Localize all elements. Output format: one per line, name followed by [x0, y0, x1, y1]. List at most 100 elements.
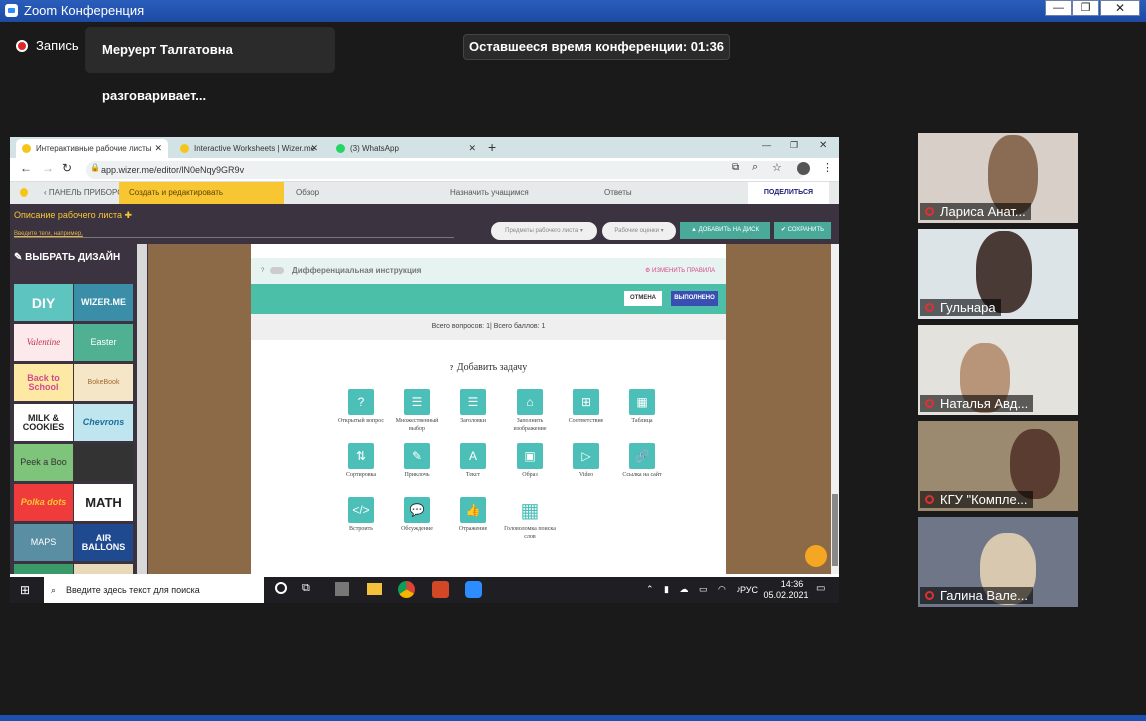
design-partial-2[interactable] — [74, 564, 133, 574]
taskbar-search-input[interactable]: ⌕ Введите здесь текст для поиска — [44, 577, 264, 603]
description-title[interactable]: Описание рабочего листа ✚ — [14, 210, 132, 221]
tags-input[interactable]: Введите теги, например, — [14, 231, 454, 238]
restore-icon[interactable]: ❐ — [790, 140, 798, 151]
grades-dropdown[interactable]: Рабочие оценки ▾ — [602, 222, 676, 240]
headings-task-label[interactable]: Заголовки — [443, 418, 503, 426]
close-tab-icon[interactable]: ✕ — [468, 143, 476, 154]
translate-icon[interactable]: ⧉ — [732, 162, 739, 173]
recording-indicator[interactable]: Запись — [16, 38, 79, 53]
close-window-icon[interactable]: ✕ — [819, 140, 827, 151]
tray-icons[interactable]: ⌃ ▮ ☁ ▭ ◠ ♪ — [646, 584, 745, 595]
cortana-icon[interactable] — [275, 582, 287, 594]
design-easter[interactable]: Easter — [74, 324, 133, 361]
clock-time[interactable]: 14:36 — [772, 579, 812, 589]
fill-image-task-icon[interactable]: ⌂ — [517, 389, 543, 415]
image-task-icon[interactable]: ▣ — [517, 443, 543, 469]
close-tab-icon[interactable]: ✕ — [310, 143, 318, 154]
design-wizer[interactable]: WIZER.ME — [74, 284, 133, 321]
website-link-task-label[interactable]: Ссылка на сайт — [612, 472, 672, 480]
headings-task-icon[interactable]: ☰ — [460, 389, 486, 415]
sidebar-scrollbar[interactable] — [137, 244, 147, 574]
multiple-choice-task-label[interactable]: Множественный выбор — [387, 418, 447, 433]
open-question-task-label[interactable]: Открытый вопрос — [331, 418, 391, 426]
participant-tile[interactable]: Галина Вале... — [918, 517, 1078, 607]
language-indicator[interactable]: РУС — [740, 585, 758, 595]
chat-bubble-button[interactable] — [805, 545, 827, 567]
help-icon[interactable]: ? — [261, 258, 264, 284]
sorting-task-label[interactable]: Сортировка — [331, 472, 391, 480]
diff-toggle[interactable] — [270, 267, 284, 274]
table-task-icon[interactable]: ▦ — [629, 389, 655, 415]
multiple-choice-task-icon[interactable]: ☰ — [404, 389, 430, 415]
page-scrollbar[interactable] — [831, 244, 839, 574]
text-task-icon[interactable]: A — [460, 443, 486, 469]
design-milk-cookies[interactable]: MILK & COOKIES — [14, 404, 73, 441]
draw-task-label[interactable]: Приклочь — [387, 472, 447, 480]
new-tab-button[interactable]: + — [488, 139, 496, 155]
design-polka-dots[interactable]: Polka dots — [14, 484, 73, 521]
back-icon[interactable]: ← — [20, 161, 32, 175]
fill-image-task-label[interactable]: Заполнить изображение — [500, 418, 560, 433]
table-task-label[interactable]: Таблица — [612, 418, 672, 426]
reflection-task-icon[interactable]: 👍 — [460, 497, 486, 523]
discussion-task-icon[interactable]: 💬 — [404, 497, 430, 523]
edit-rules-link[interactable]: ⚙ ИЗМЕНИТЬ ПРАВИЛА — [645, 258, 715, 284]
design-bokebook[interactable]: BokeBook — [74, 364, 133, 401]
done-button[interactable]: ВЫПОЛНЕНО — [671, 291, 718, 306]
step-review[interactable]: Обзор — [296, 182, 319, 204]
word-search-task-label[interactable]: Головоломка поиска слов — [500, 526, 560, 541]
forward-icon[interactable]: → — [42, 161, 54, 175]
website-link-task-icon[interactable]: 🔗 — [629, 443, 655, 469]
avatar[interactable] — [797, 162, 810, 175]
participant-tile[interactable]: Лариса Анат... — [918, 133, 1078, 223]
notifications-icon[interactable]: ▭ — [816, 583, 825, 594]
design-math[interactable]: MATH — [74, 484, 133, 521]
chrome-icon[interactable] — [398, 581, 415, 598]
design-dark-label[interactable] — [74, 444, 133, 481]
subjects-dropdown[interactable]: Предметы рабочего листа ▾ — [491, 222, 597, 240]
clock-date[interactable]: 05.02.2021 — [760, 590, 812, 600]
tab-whatsapp[interactable]: (3) WhatsApp ✕ — [330, 139, 482, 158]
participant-tile[interactable]: Наталья Авд... — [918, 325, 1078, 415]
matching-task-icon[interactable]: ⊞ — [573, 389, 599, 415]
discussion-task-label[interactable]: Обсуждение — [387, 526, 447, 534]
task-view-icon[interactable]: ⧉ — [302, 582, 310, 595]
save-button[interactable]: ✔ СОХРАНИТЬ — [774, 222, 831, 239]
design-diy[interactable]: DIY — [14, 284, 73, 321]
tab-wizer[interactable]: Interactive Worksheets | Wizer.me ✕ — [174, 139, 324, 158]
file-explorer-icon[interactable] — [367, 583, 382, 595]
zoom-lens-icon[interactable]: ⌕ — [752, 161, 758, 174]
design-chevrons[interactable]: Chevrons — [74, 404, 133, 441]
cancel-button[interactable]: ОТМЕНА — [624, 291, 662, 306]
reflection-task-label[interactable]: Отражение — [443, 526, 503, 534]
design-peek-a-boo[interactable]: Peek a Boo — [14, 444, 73, 481]
video-task-label[interactable]: Video — [556, 472, 616, 480]
url-field[interactable]: app.wizer.me/editor/lN0eNqy9GR9v — [86, 161, 806, 179]
text-task-label[interactable]: Текст — [443, 472, 503, 480]
windows-start-icon[interactable]: ⊞ — [20, 583, 30, 597]
add-to-drive-button[interactable]: ▲ ДОБАВИТЬ НА ДИСК — [680, 222, 770, 239]
close-tab-icon[interactable]: ✕ — [154, 143, 162, 154]
design-maps[interactable]: MAPS — [14, 524, 73, 561]
close-button[interactable]: ✕ — [1100, 0, 1140, 16]
sorting-task-icon[interactable]: ⇅ — [348, 443, 374, 469]
powerpoint-icon[interactable] — [432, 581, 449, 598]
word-search-task-icon[interactable]: ▦ — [517, 497, 543, 523]
matching-task-label[interactable]: Соответствие — [556, 418, 616, 426]
design-back-to-school[interactable]: Back to School — [14, 364, 73, 401]
dashboard-link[interactable]: ‹ ПАНЕЛЬ ПРИБОРОВ — [44, 182, 129, 204]
share-worksheet-button[interactable]: ПОДЕЛИТЬСЯ ЛИСТОМ — [748, 182, 829, 218]
embed-task-icon[interactable]: </> — [348, 497, 374, 523]
draw-task-icon[interactable]: ✎ — [404, 443, 430, 469]
design-partial-1[interactable] — [14, 564, 73, 574]
design-air-balloons[interactable]: AIR BALLONS — [74, 524, 133, 561]
minimize-icon[interactable]: — — [762, 140, 771, 150]
page-scrollbar-thumb[interactable] — [832, 494, 838, 566]
minimize-button[interactable]: — — [1045, 0, 1072, 16]
reload-icon[interactable]: ↻ — [62, 161, 72, 175]
store-icon[interactable] — [335, 582, 349, 596]
step-create[interactable]: Создать и редактировать — [119, 182, 284, 204]
open-question-task-icon[interactable]: ? — [348, 389, 374, 415]
maximize-button[interactable]: ❐ — [1072, 0, 1099, 16]
video-task-icon[interactable]: ▷ — [573, 443, 599, 469]
